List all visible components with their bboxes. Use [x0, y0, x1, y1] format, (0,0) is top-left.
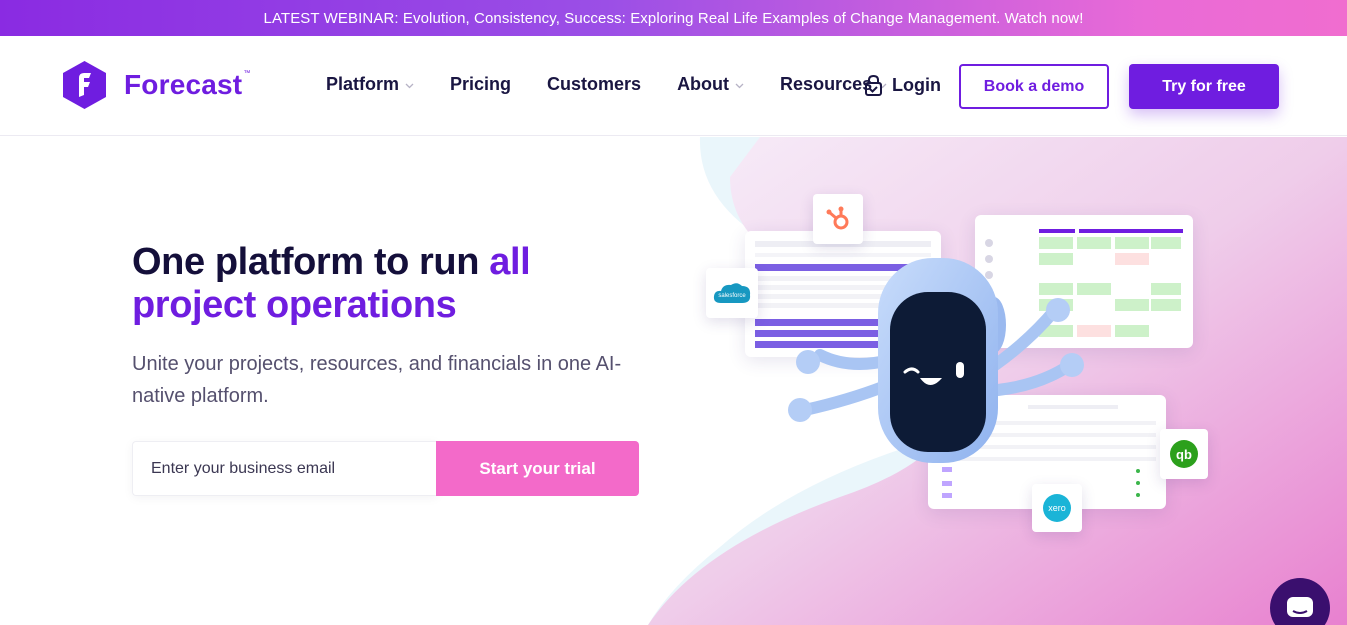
logo-trademark: ™	[243, 69, 251, 77]
nav-about-label: About	[677, 74, 730, 94]
login-label: Login	[892, 74, 941, 95]
main-nav: Platform Pricing Customers About Resourc…	[326, 74, 923, 95]
robot-mascot	[788, 258, 1084, 463]
nav-platform-label: Platform	[326, 74, 400, 94]
logo-wordmark: Forecast	[124, 69, 243, 100]
business-email-input[interactable]	[132, 441, 437, 496]
try-for-free-button[interactable]: Try for free	[1129, 64, 1279, 109]
quickbooks-glyph: qb	[1170, 440, 1198, 468]
book-demo-button[interactable]: Book a demo	[959, 64, 1109, 109]
start-trial-button[interactable]: Start your trial	[436, 441, 639, 496]
hero-headline: One platform to run all project operatio…	[132, 241, 531, 327]
salesforce-cloud: salesforce	[713, 283, 751, 303]
chevron-down-icon	[735, 83, 744, 88]
forecast-logo-icon	[63, 61, 106, 109]
site-header: Forecast ™ Platform Pricing Customers Ab…	[0, 36, 1347, 136]
nav-pricing[interactable]: Pricing	[450, 74, 511, 95]
webinar-banner[interactable]: LATEST WEBINAR: Evolution, Consistency, …	[0, 0, 1347, 36]
chevron-down-icon	[405, 83, 414, 88]
salesforce-icon: salesforce	[706, 268, 758, 318]
hubspot-icon-glyph	[826, 206, 849, 230]
nav-customers[interactable]: Customers	[547, 74, 641, 95]
headline-text: One platform to run	[132, 241, 490, 283]
webinar-banner-text[interactable]: LATEST WEBINAR: Evolution, Consistency, …	[264, 10, 1084, 27]
quickbooks-icon: qb	[1160, 429, 1208, 479]
nav-pricing-label: Pricing	[450, 74, 512, 94]
xero-text: xero	[1048, 503, 1066, 513]
forecast-logo[interactable]: Forecast ™	[63, 61, 250, 109]
salesforce-text: salesforce	[718, 293, 746, 299]
nav-about[interactable]: About	[677, 74, 744, 95]
hubspot-icon	[813, 194, 863, 244]
headline-accent-project-operations: project operations	[132, 284, 457, 326]
nav-platform[interactable]: Platform	[326, 74, 414, 95]
nav-customers-label: Customers	[547, 74, 642, 94]
chat-icon	[1287, 597, 1313, 617]
xero-icon: xero	[1032, 484, 1082, 532]
quickbooks-text: qb	[1176, 447, 1192, 462]
login-link[interactable]: Login	[864, 74, 941, 96]
nav-resources-label: Resources	[780, 74, 873, 94]
xero-glyph: xero	[1043, 494, 1071, 522]
hero-subheadline: Unite your projects, resources, and fina…	[132, 353, 622, 407]
headline-accent-all: all	[489, 241, 531, 283]
lock-check-icon	[865, 74, 882, 96]
